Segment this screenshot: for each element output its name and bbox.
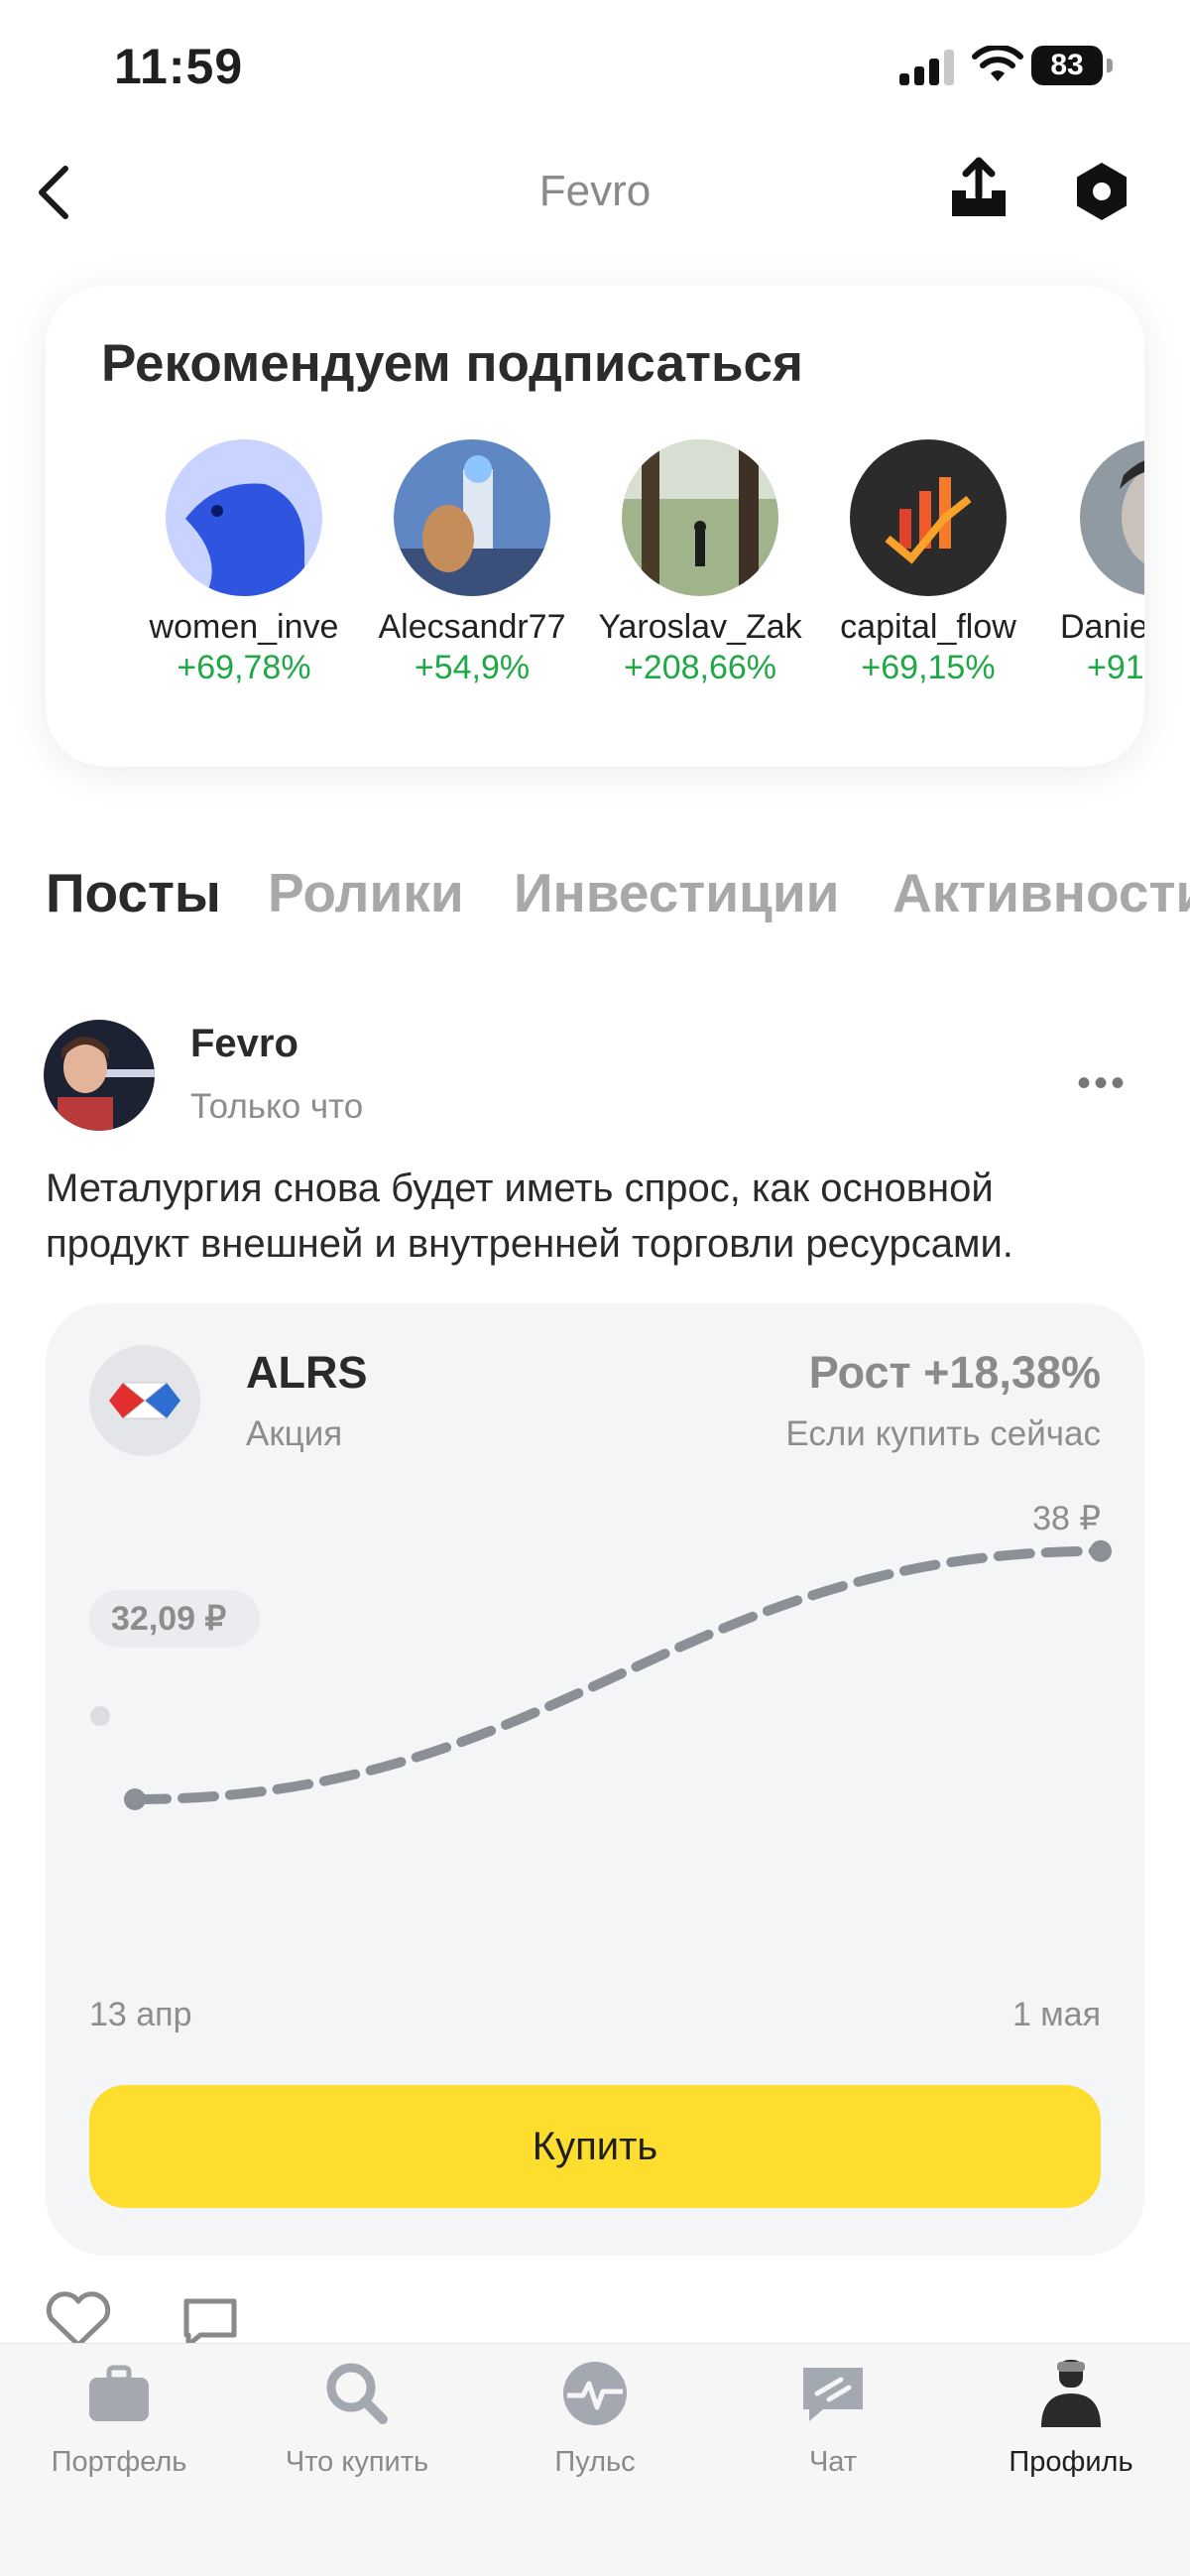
recommend-item-yaroslav-zak[interactable]: Yaroslav_Zak +208,66%: [586, 439, 814, 687]
post-text: Металургия снова будет иметь спрос, как …: [46, 1166, 1013, 1266]
recommend-card: Рекомендуем подписаться women_inve +69,7…: [46, 286, 1144, 767]
recommend-gain: +208,66%: [623, 649, 777, 686]
stock-ticker: ALRS: [246, 1347, 368, 1398]
status-time: 11:59: [114, 39, 244, 94]
wifi-icon: [972, 46, 1023, 81]
tab-activities[interactable]: Активности: [892, 861, 1190, 924]
tab-posts[interactable]: Посты: [46, 861, 221, 924]
tab-investments[interactable]: Инвестиции: [514, 861, 839, 924]
battery-level: 83: [1031, 46, 1103, 85]
nav-label: Пульс: [554, 2446, 636, 2478]
post-time: Только что: [190, 1087, 364, 1126]
start-point: [124, 1788, 146, 1810]
post-author[interactable]: Fevro: [190, 1022, 298, 1066]
price-chart: 32,09 ₽ 38 ₽ 13 апр 1 мая: [89, 1500, 1112, 2033]
nav-profile[interactable]: Профиль: [952, 2358, 1190, 2479]
ghost-point: [90, 1706, 110, 1726]
price-line: [130, 1545, 1106, 1804]
nav-label: Что купить: [285, 2446, 429, 2478]
stock-growth-note: Если купить сейчас: [785, 1414, 1101, 1453]
x-axis-end-label: 1 мая: [1012, 1996, 1101, 2033]
bottom-tab-bar: Портфель Что купить Пульс Чат Профиль: [0, 2343, 1190, 2576]
tab-reels[interactable]: Ролики: [268, 861, 464, 924]
recommend-gain: +54,9%: [414, 649, 531, 686]
nav-pulse[interactable]: Пульс: [476, 2358, 714, 2479]
author-avatar[interactable]: [44, 1020, 155, 1131]
nav-label: Портфель: [51, 2446, 187, 2478]
share-icon[interactable]: [944, 155, 1013, 224]
recommend-item-women-inve[interactable]: women_inve +69,78%: [130, 439, 358, 687]
avatar: [1080, 439, 1144, 596]
recommend-gain: +69,15%: [861, 649, 996, 686]
more-options-icon[interactable]: •••: [1077, 1061, 1128, 1106]
recommend-name: women_inve: [149, 608, 339, 646]
briefcase-icon: [89, 2365, 149, 2421]
nav-label: Чат: [808, 2446, 858, 2478]
recommend-item-daniel-l[interactable]: Daniel_L +91,03: [1042, 439, 1144, 687]
recommend-name: Alecsandr77: [378, 608, 566, 646]
cellular-signal-icon: [899, 50, 954, 85]
nav-portfolio[interactable]: Портфель: [0, 2358, 238, 2479]
search-icon: [326, 2363, 388, 2424]
x-axis-start-label: 13 апр: [89, 1996, 192, 2033]
settings-icon[interactable]: [1067, 157, 1136, 226]
nav-label: Профиль: [1009, 2446, 1133, 2478]
recommend-gain: +69,78%: [177, 649, 311, 686]
avatar: [850, 439, 1007, 596]
stock-card[interactable]: ALRS Акция Рост +18,38% Если купить сейч…: [46, 1303, 1144, 2256]
profile-icon: [1041, 2360, 1101, 2427]
recommend-name: Yaroslav_Zak: [598, 608, 802, 646]
recommend-name: capital_flow: [840, 608, 1016, 646]
buy-button[interactable]: Купить: [89, 2085, 1101, 2208]
nav-what-to-buy[interactable]: Что купить: [238, 2358, 476, 2479]
avatar: [622, 439, 778, 596]
recommend-item-alecsandr77[interactable]: Alecsandr77 +54,9%: [358, 439, 586, 687]
battery-icon: 83: [1031, 46, 1113, 87]
stock-type: Акция: [246, 1414, 343, 1453]
recommend-title: Рекомендуем подписаться: [101, 334, 803, 393]
alrosa-logo-icon: [89, 1345, 200, 1456]
nav-chat[interactable]: Чат: [714, 2358, 952, 2479]
recommend-item-capital-flow[interactable]: capital_flow +69,15%: [814, 439, 1042, 687]
stock-growth: Рост +18,38%: [808, 1347, 1101, 1398]
recommend-name: Daniel_L: [1060, 608, 1144, 646]
avatar: [394, 439, 550, 596]
end-price-label: 38 ₽: [1032, 1500, 1101, 1537]
recommend-gain: +91,03: [1087, 649, 1144, 686]
avatar: [166, 439, 322, 596]
start-price-label: 32,09 ₽: [111, 1600, 227, 1638]
chat-icon: [803, 2368, 863, 2421]
like-icon[interactable]: [44, 2289, 113, 2349]
end-point: [1090, 1539, 1112, 1562]
pulse-icon: [563, 2362, 627, 2425]
comment-icon[interactable]: [180, 2295, 240, 2349]
